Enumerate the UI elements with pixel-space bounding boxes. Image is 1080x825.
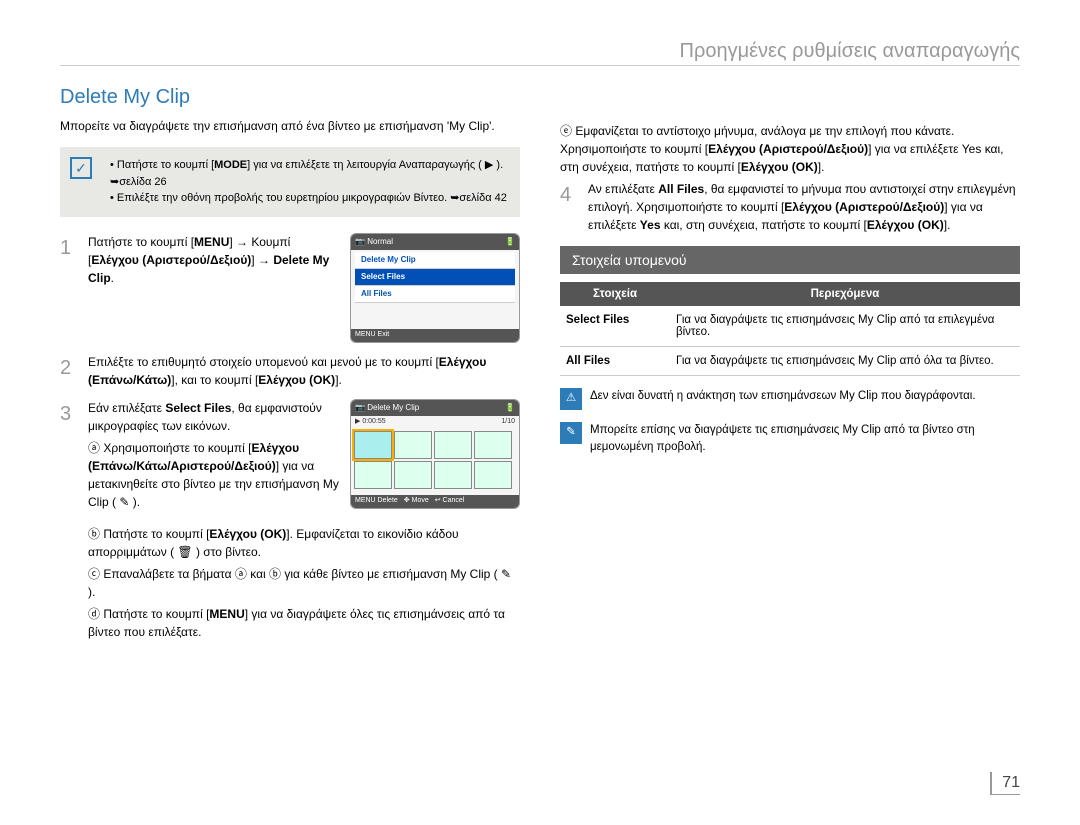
step-1-num: 1	[60, 233, 78, 263]
step-2-num: 2	[60, 353, 78, 389]
pencil-icon: ✎	[560, 422, 582, 444]
thumbnail	[474, 431, 512, 459]
thumbnail	[354, 461, 392, 489]
menu-select-files: Select Files	[355, 269, 515, 286]
thumbnail	[394, 431, 432, 459]
table-row: Select Files Για να διαγράψετε τις επιση…	[560, 306, 1020, 347]
thumbnail	[434, 431, 472, 459]
left-column: Delete My Clip Μπορείτε να διαγράψετε τη…	[60, 76, 520, 645]
thumbnail	[474, 461, 512, 489]
step-4: 4 Αν επιλέξατε All Files, θα εμφανιστεί …	[560, 180, 1020, 234]
check-icon: ✓	[70, 157, 92, 179]
note-line-1: Πατήστε το κουμπί [MODE] για να επιλέξετ…	[110, 157, 508, 190]
section-title: Delete My Clip	[60, 86, 520, 109]
thumbnail	[394, 461, 432, 489]
step-3-body: Εάν επιλέξατε Select Files, θα εμφανιστο…	[88, 399, 340, 515]
sub-d: ⓓ Πατήστε το κουμπί [MENU] για να διαγρά…	[88, 605, 520, 641]
th-contents: Περιεχόμενα	[670, 282, 1020, 306]
menu-delete-my-clip: Delete My Clip	[355, 252, 515, 269]
step-3: 3 Εάν επιλέξατε Select Files, θα εμφανισ…	[60, 399, 520, 515]
screen-thumbs: 📷 Delete My Clip🔋 ▶ 0:00:551/10 MENU Del…	[350, 399, 520, 509]
page-number: 71	[990, 772, 1020, 795]
step-2-body: Επιλέξτε το επιθυμητό στοιχείο υπομενού …	[88, 353, 520, 389]
step-4-body: Αν επιλέξατε All Files, θα εμφανιστεί το…	[588, 180, 1020, 234]
step-4-num: 4	[560, 180, 578, 234]
step-3-num: 3	[60, 399, 78, 429]
sub-e: ⓔ Εμφανίζεται το αντίστοιχο μήνυμα, ανάλ…	[560, 122, 1020, 176]
info-tip: ✎ Μπορείτε επίσης να διαγράψετε τις επισ…	[560, 422, 1020, 457]
step-1-body: Πατήστε το κουμπί [MENU] → Κουμπί [Ελέγχ…	[88, 233, 340, 287]
step-1: 1 Πατήστε το κουμπί [MENU] → Κουμπί [Ελέ…	[60, 233, 520, 343]
btn-delete: MENU Delete	[355, 496, 398, 507]
menu-exit: MENU Exit	[355, 330, 389, 341]
step-2: 2 Επιλέξτε το επιθυμητό στοιχείο υπομενο…	[60, 353, 520, 389]
thumbnail	[354, 431, 392, 459]
screen-menu: 📷 Normal🔋 Delete My Clip Select Files Al…	[350, 233, 520, 343]
sub-b: ⓑ Πατήστε το κουμπί [Ελέγχου (OK)]. Εμφα…	[88, 525, 520, 561]
warning-icon: ⚠	[560, 388, 582, 410]
sub-c: ⓒ Επαναλάβετε τα βήματα ⓐ και ⓑ για κάθε…	[88, 565, 520, 601]
thumbnail	[434, 461, 472, 489]
note-box: ✓ Πατήστε το κουμπί [MODE] για να επιλέξ…	[60, 147, 520, 217]
right-column: ⓔ Εμφανίζεται το αντίστοιχο μήνυμα, ανάλ…	[560, 76, 1020, 645]
submenu-heading: Στοιχεία υπομενού	[560, 246, 1020, 274]
page-header: Προηγμένες ρυθμίσεις αναπαραγωγής	[60, 40, 1020, 66]
submenu-table: Στοιχεία Περιεχόμενα Select Files Για να…	[560, 282, 1020, 376]
th-items: Στοιχεία	[560, 282, 670, 306]
menu-all-files: All Files	[355, 286, 515, 303]
table-row: All Files Για να διαγράψετε τις επισημάν…	[560, 347, 1020, 376]
note-line-2: Επιλέξτε την οθόνη προβολής του ευρετηρί…	[110, 190, 508, 207]
intro-text: Μπορείτε να διαγράψετε την επισήμανση απ…	[60, 117, 520, 135]
info-warning: ⚠ Δεν είναι δυνατή η ανάκτηση των επισημ…	[560, 388, 1020, 410]
sub-a: ⓐ Χρησιμοποιήστε το κουμπί [Ελέγχου (Επά…	[88, 439, 340, 511]
